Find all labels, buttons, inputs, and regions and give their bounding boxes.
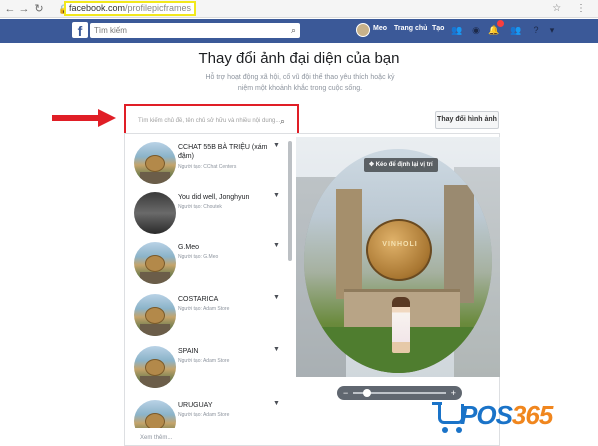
list-item[interactable]: You did well, Jonghyun Người tạo: Choute…	[126, 190, 288, 242]
zoom-handle[interactable]	[362, 389, 371, 397]
frame-thumbnail[interactable]	[134, 346, 176, 388]
notification-badge	[497, 20, 504, 27]
chevron-down-icon[interactable]: ▼	[273, 192, 280, 199]
zoom-out-icon[interactable]: −	[343, 386, 348, 400]
create-link[interactable]: Tạo	[432, 25, 444, 32]
browser-toolbar: ← → ↻ 🔒 facebook.com/profilepicframes ☆ …	[0, 0, 598, 18]
frame-name: SPAIN	[178, 348, 199, 355]
url-path: /profilepicframes	[125, 3, 192, 13]
list-item[interactable]: URUGUAY Người tạo: Adam Store ▼	[126, 398, 288, 428]
help-icon[interactable]: ?	[530, 23, 542, 37]
list-item[interactable]: COSTARICA Người tạo: Adam Store ▼	[126, 292, 288, 344]
messenger-icon[interactable]: ◉	[470, 23, 482, 37]
list-scrollbar[interactable]	[288, 141, 292, 261]
frame-search-input[interactable]: Tìm kiếm chủ đề, tên chủ sở hữu và nhiều…	[124, 104, 299, 136]
red-arrow-annotation-icon	[52, 109, 116, 127]
frame-owner: Người tạo: Choutek	[178, 204, 222, 210]
frame-thumbnail[interactable]	[134, 142, 176, 184]
frame-owner: Người tạo: Adam Store	[178, 412, 230, 418]
profile-link[interactable]: Meo	[373, 25, 387, 32]
facebook-search-placeholder: Tìm kiếm	[94, 26, 127, 35]
frame-owner: Người tạo: CChat Centers	[178, 164, 237, 170]
frame-name: G.Meo	[178, 244, 200, 251]
facebook-search-input[interactable]: Tìm kiếm ⌕	[90, 23, 300, 38]
chevron-down-icon[interactable]: ▼	[273, 294, 280, 301]
change-photo-button[interactable]: Thay đổi hình ảnh	[435, 111, 499, 129]
friends-icon[interactable]: 👥	[451, 23, 463, 37]
list-item[interactable]: G.Meo Người tạo: G.Meo ▼	[126, 240, 288, 292]
forward-icon[interactable]: →	[18, 2, 30, 16]
profile-preview[interactable]: VINHOLI	[296, 137, 500, 377]
search-icon[interactable]: ⌕	[280, 116, 285, 127]
chevron-down-icon[interactable]: ▼	[273, 400, 280, 407]
frame-name: You did well, Jonghyun	[178, 194, 250, 201]
friends-requests-icon[interactable]: 👥	[510, 23, 522, 37]
address-bar[interactable]: facebook.com/profilepicframes	[64, 1, 197, 16]
facebook-header: f Tìm kiếm ⌕ Meo Trang chủ Tạo 👥 ◉ 🔔 👥 ?…	[0, 19, 598, 43]
facebook-logo-icon[interactable]: f	[72, 22, 88, 39]
see-more-link[interactable]: Xem thêm...	[140, 435, 172, 441]
browser-menu-icon[interactable]: ☆ ⋮	[552, 3, 592, 14]
globe-lettering: VINHOLI	[382, 241, 418, 248]
frame-name: URUGUAY	[178, 402, 213, 409]
chevron-down-icon[interactable]: ▼	[273, 142, 280, 149]
globe-statue	[366, 219, 432, 281]
frame-thumbnail[interactable]	[134, 400, 176, 428]
frame-search-placeholder: Tìm kiếm chủ đề, tên chủ sở hữu và nhiều…	[138, 118, 281, 124]
profile-photo-circle[interactable]: VINHOLI	[304, 149, 492, 373]
home-link[interactable]: Trang chủ	[394, 25, 427, 32]
chevron-down-icon[interactable]: ▼	[273, 242, 280, 249]
list-item[interactable]: SPAIN Người tạo: Adam Store ▼	[126, 344, 288, 396]
person-figure	[392, 297, 410, 353]
frame-name: CCHAT 55B BÀ TRIỆU (xám đậm)	[178, 144, 268, 160]
pos365-logo: POS365	[432, 398, 588, 438]
frame-name: COSTARICA	[178, 296, 219, 303]
frame-thumbnail[interactable]	[134, 294, 176, 336]
chevron-down-icon[interactable]: ▼	[273, 346, 280, 353]
frame-thumbnail[interactable]	[134, 242, 176, 284]
frame-owner: Người tạo: G.Meo	[178, 254, 219, 260]
avatar[interactable]	[356, 23, 370, 37]
frame-thumbnail[interactable]	[134, 192, 176, 234]
page-subtitle: Hỗ trợ hoạt động xã hội, cổ vũ đội thể t…	[205, 74, 395, 92]
frame-list[interactable]: CCHAT 55B BÀ TRIỆU (xám đậm) Người tạo: …	[126, 138, 288, 428]
frame-owner: Người tạo: Adam Store	[178, 306, 230, 312]
reload-icon[interactable]: ↻	[33, 2, 45, 16]
frame-owner: Người tạo: Adam Store	[178, 358, 230, 364]
back-icon[interactable]: ←	[4, 2, 16, 16]
search-icon[interactable]: ⌕	[291, 23, 296, 38]
list-item[interactable]: CCHAT 55B BÀ TRIỆU (xám đậm) Người tạo: …	[126, 140, 288, 192]
url-domain: facebook.com	[69, 3, 126, 13]
drag-reposition-button[interactable]: ✥ Kéo để định lại vị trí	[364, 158, 438, 172]
account-menu-icon[interactable]: ▾	[546, 23, 558, 37]
page-title: Thay đổi ảnh đại diện của bạn	[198, 50, 400, 67]
